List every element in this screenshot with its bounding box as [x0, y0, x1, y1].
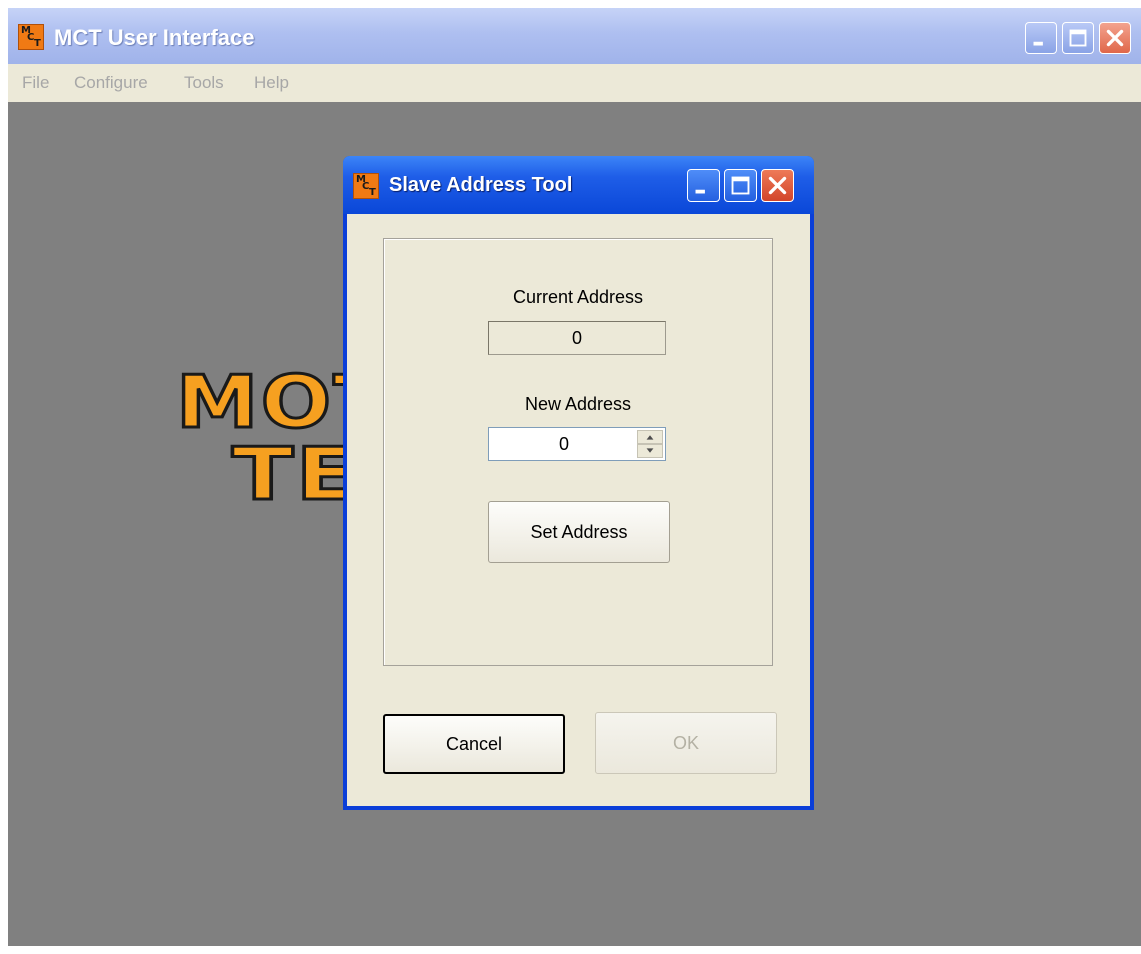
dialog-title: Slave Address Tool: [389, 174, 573, 196]
stepper-down-button[interactable]: [637, 444, 663, 458]
window-title: MCT User Interface: [54, 25, 255, 50]
new-address-label: New Address: [524, 394, 632, 414]
maximize-icon: [1069, 29, 1087, 47]
dialog-close-button[interactable]: [761, 169, 794, 202]
mct-dialog-icon[interactable]: MCT: [353, 173, 379, 199]
stepper-up-button[interactable]: [637, 430, 663, 444]
chevron-down-icon: [646, 448, 654, 453]
cancel-button[interactable]: Cancel: [383, 714, 565, 774]
set-address-button[interactable]: Set Address: [488, 501, 670, 563]
slave-address-dialog: MCT Slave Address Tool Current Address 0…: [343, 156, 814, 810]
stepper-buttons: [637, 430, 663, 458]
address-groupbox: Current Address 0 New Address 0 Set Addr…: [383, 238, 773, 666]
minimize-button[interactable]: [1025, 22, 1057, 54]
menubar: File Configure Tools Help: [8, 64, 1141, 102]
dialog-maximize-button[interactable]: [724, 169, 757, 202]
menu-configure[interactable]: Configure: [74, 73, 148, 93]
current-address-label: Current Address: [512, 287, 644, 307]
minimize-icon: [1033, 41, 1043, 46]
main-titlebar[interactable]: MCT MCT User Interface: [8, 8, 1141, 64]
new-address-stepper[interactable]: 0: [488, 427, 666, 461]
close-button[interactable]: [1099, 22, 1131, 54]
dialog-minimize-button[interactable]: [687, 169, 720, 202]
ok-button[interactable]: OK: [595, 712, 777, 774]
maximize-button[interactable]: [1062, 22, 1094, 54]
dialog-titlebar[interactable]: MCT Slave Address Tool: [343, 156, 814, 214]
close-icon: [768, 176, 787, 195]
mct-app-icon[interactable]: MCT: [18, 24, 44, 50]
menu-tools[interactable]: Tools: [184, 73, 224, 93]
maximize-icon: [731, 176, 750, 195]
close-icon: [1106, 29, 1124, 47]
minimize-icon: [695, 189, 705, 194]
menu-file[interactable]: File: [22, 73, 49, 93]
dialog-body: Current Address 0 New Address 0 Set Addr…: [347, 214, 810, 806]
menu-help[interactable]: Help: [254, 73, 289, 93]
current-address-field: 0: [488, 321, 666, 355]
new-address-input[interactable]: 0: [489, 428, 639, 460]
chevron-up-icon: [646, 435, 654, 440]
